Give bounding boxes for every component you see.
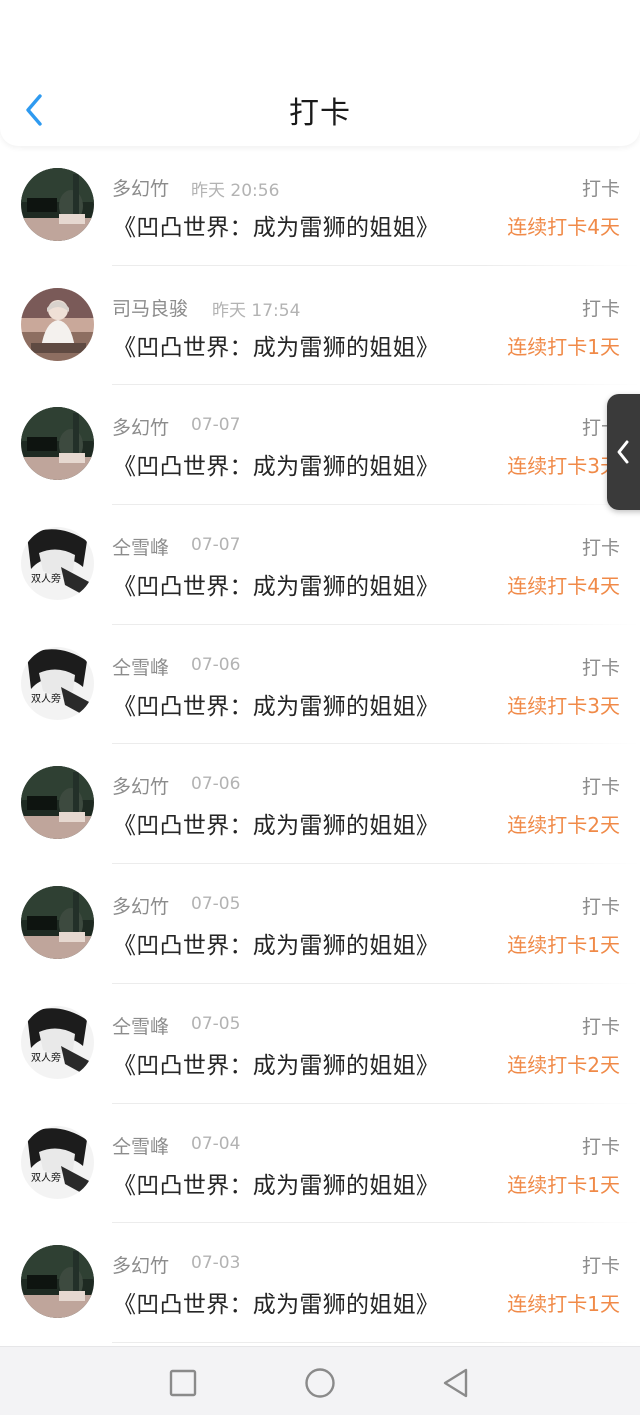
checkin-list: 多幻竹 昨天 20:56 《凹凸世界：成为雷狮的姐姐》 打卡 连续打卡4天 司马良骏 昨天 … xyxy=(0,146,640,1346)
streak-badge: 连续打卡2天 xyxy=(507,813,620,838)
book-title: 《凹凸世界：成为雷狮的姐姐》 xyxy=(113,334,440,361)
streak-badge: 连续打卡1天 xyxy=(507,1172,620,1197)
timestamp: 07-07 xyxy=(191,415,241,436)
avatar[interactable] xyxy=(21,287,94,361)
checkin-label: 打卡 xyxy=(581,1015,620,1038)
avatar[interactable]: 双人旁 xyxy=(21,1005,94,1079)
streak-badge: 连续打卡1天 xyxy=(507,1292,620,1317)
screen: 打卡 多幻竹 昨天 20:56 《凹凸世界：成为雷狮的姐姐》 打卡 连续打卡4天 司马良骏… xyxy=(0,0,640,1415)
book-title: 《凹凸世界：成为雷狮的姐姐》 xyxy=(113,1052,440,1079)
svg-text:双人旁: 双人旁 xyxy=(31,1171,61,1184)
user-name: 多幻竹 xyxy=(112,776,170,799)
book-title: 《凹凸世界：成为雷狮的姐姐》 xyxy=(113,933,440,960)
checkin-label: 打卡 xyxy=(581,776,620,799)
checkin-label: 打卡 xyxy=(581,1135,620,1158)
checkin-label: 打卡 xyxy=(581,896,620,919)
avatar[interactable] xyxy=(21,168,94,241)
system-back-button[interactable] xyxy=(436,1363,476,1403)
timestamp: 昨天 17:54 xyxy=(212,300,301,321)
streak-badge: 连续打卡4天 xyxy=(507,574,620,599)
home-button[interactable] xyxy=(300,1363,340,1403)
user-name: 多幻竹 xyxy=(112,896,170,919)
user-name: 仝雪峰 xyxy=(112,1135,170,1158)
list-item[interactable]: 多幻竹 07-06 《凹凸世界：成为雷狮的姐姐》 打卡连续打卡2天 xyxy=(0,744,640,865)
list-item[interactable]: 司马良骏 昨天 17:54 《凹凸世界：成为雷狮的姐姐》 打卡连续打卡1天 xyxy=(0,266,640,386)
list-item[interactable]: 双人旁 仝雪峰 07-06 《凹凸世界：成为雷狮的姐姐》 打卡连续打卡3天 xyxy=(0,625,640,745)
timestamp: 07-06 xyxy=(191,774,241,795)
page-title: 打卡 xyxy=(289,96,351,131)
circle-icon xyxy=(305,1368,335,1398)
checkin-label: 打卡 xyxy=(581,297,620,320)
recents-button[interactable] xyxy=(163,1363,203,1403)
svg-text:双人旁: 双人旁 xyxy=(31,692,61,705)
avatar[interactable]: 双人旁 xyxy=(21,1125,94,1199)
list-item[interactable]: 多幻竹 07-07 《凹凸世界：成为雷狮的姐姐》 打卡 连续打卡3天 xyxy=(0,385,640,506)
list-item[interactable]: 双人旁 仝雪峰 07-07 《凹凸世界：成为雷狮的姐姐》 打卡连续打卡4天 xyxy=(0,505,640,625)
system-nav-bar xyxy=(0,1346,640,1415)
checkin-label: 打卡 xyxy=(581,656,620,679)
user-name: 仝雪峰 xyxy=(112,1015,170,1038)
square-icon xyxy=(169,1369,197,1397)
avatar[interactable]: 双人旁 xyxy=(21,527,94,601)
checkin-label: 打卡 xyxy=(581,178,620,200)
user-name: 多幻竹 xyxy=(112,178,170,200)
book-title: 《凹凸世界：成为雷狮的姐姐》 xyxy=(113,693,440,720)
avatar[interactable] xyxy=(21,766,94,840)
avatar[interactable] xyxy=(21,407,94,481)
list-item[interactable]: 多幻竹 07-03 《凹凸世界：成为雷狮的姐姐》 打卡连续打卡1天 xyxy=(0,1223,640,1343)
book-title: 《凹凸世界：成为雷狮的姐姐》 xyxy=(113,454,440,481)
chevron-left-icon xyxy=(617,440,629,464)
user-name: 仝雪峰 xyxy=(112,537,170,560)
timestamp: 昨天 20:56 xyxy=(191,181,280,201)
avatar[interactable]: 双人旁 xyxy=(21,646,94,720)
streak-badge: 连续打卡3天 xyxy=(507,693,620,718)
book-title: 《凹凸世界：成为雷狮的姐姐》 xyxy=(113,574,440,601)
triangle-back-icon xyxy=(443,1368,468,1398)
user-name: 多幻竹 xyxy=(112,417,170,440)
timestamp: 07-05 xyxy=(191,1013,241,1034)
checkin-label: 打卡 xyxy=(581,1255,620,1278)
list-item[interactable]: 多幻竹 07-05 《凹凸世界：成为雷狮的姐姐》 打卡连续打卡1天 xyxy=(0,864,640,984)
svg-text:双人旁: 双人旁 xyxy=(31,1051,61,1064)
streak-badge: 连续打卡1天 xyxy=(507,933,620,958)
timestamp: 07-04 xyxy=(191,1133,241,1154)
timestamp: 07-06 xyxy=(191,654,241,675)
divider xyxy=(112,1341,640,1343)
checkin-label: 打卡 xyxy=(581,537,620,560)
book-title: 《凹凸世界：成为雷狮的姐姐》 xyxy=(113,813,440,840)
streak-badge: 连续打卡1天 xyxy=(507,334,620,359)
streak-badge: 连续打卡4天 xyxy=(507,215,620,239)
book-title: 《凹凸世界：成为雷狮的姐姐》 xyxy=(113,215,440,241)
user-name: 仝雪峰 xyxy=(112,656,170,679)
svg-text:双人旁: 双人旁 xyxy=(31,572,61,585)
list-item[interactable]: 多幻竹 昨天 20:56 《凹凸世界：成为雷狮的姐姐》 打卡连续打卡4天 xyxy=(0,146,640,266)
user-name: 多幻竹 xyxy=(112,1255,170,1278)
book-title: 《凹凸世界：成为雷狮的姐姐》 xyxy=(113,1292,440,1319)
list-item[interactable]: 双人旁 仝雪峰 07-05 《凹凸世界：成为雷狮的姐姐》 打卡连续打卡2天 xyxy=(0,984,640,1104)
avatar[interactable] xyxy=(21,886,94,960)
user-name: 司马良骏 xyxy=(112,297,189,320)
side-drawer-tab[interactable] xyxy=(607,394,640,510)
timestamp: 07-05 xyxy=(191,894,241,915)
avatar[interactable] xyxy=(21,1245,94,1319)
book-title: 《凹凸世界：成为雷狮的姐姐》 xyxy=(113,1172,440,1199)
streak-badge: 连续打卡2天 xyxy=(507,1052,620,1077)
timestamp: 07-03 xyxy=(191,1253,241,1274)
streak-badge: 连续打卡3天 xyxy=(507,454,620,479)
list-item[interactable]: 双人旁 仝雪峰 07-04 《凹凸世界：成为雷狮的姐姐》 打卡连续打卡1天 xyxy=(0,1104,640,1224)
header-bar: 打卡 xyxy=(0,0,640,146)
timestamp: 07-07 xyxy=(191,535,241,556)
